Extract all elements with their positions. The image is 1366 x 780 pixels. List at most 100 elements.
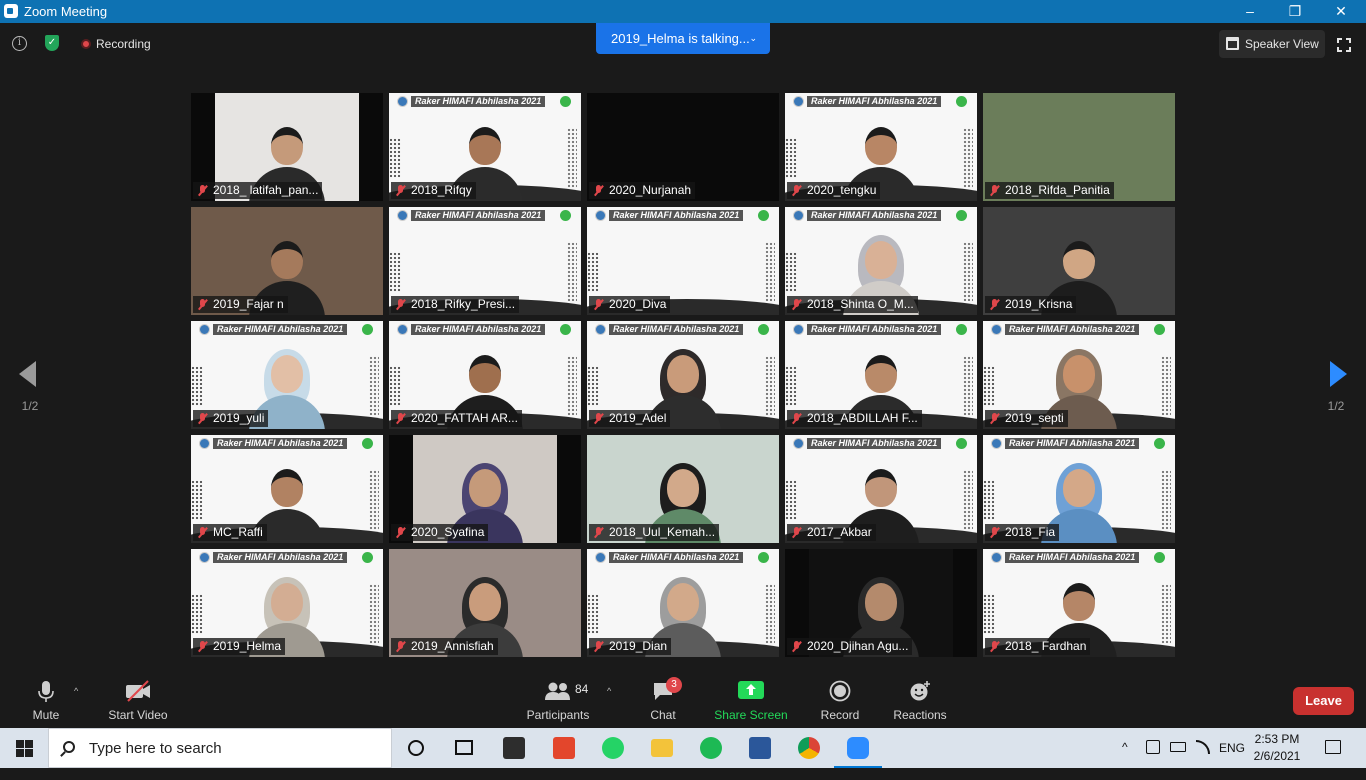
meet-now-icon[interactable] [1146, 740, 1160, 754]
participant-video-tile[interactable]: 2020_Nurjanah [587, 93, 779, 201]
word-app[interactable] [736, 728, 784, 768]
participant-video-tile[interactable]: Raker HIMAFI Abhilasha 2021 MC_Raffi [191, 435, 383, 543]
audio-options-caret-icon[interactable]: ^ [74, 686, 78, 696]
spotify-app[interactable] [687, 728, 735, 768]
participant-video-tile[interactable]: Raker HIMAFI Abhilasha 2021 2019_Helma [191, 549, 383, 657]
fullscreen-icon[interactable] [1337, 38, 1351, 52]
gallery-grid: 2018_ latifah_pan... Raker HIMAFI Abhilas… [191, 93, 1175, 657]
participant-video-tile[interactable]: Raker HIMAFI Abhilasha 2021 2020_Diva [587, 207, 779, 315]
participant-video-tile[interactable]: 2018_ latifah_pan... [191, 93, 383, 201]
slide-dot-pattern [369, 356, 379, 416]
share-screen-icon [738, 681, 764, 699]
participant-name-label: 2018_Rifky_Presi... [391, 296, 520, 313]
participant-video-tile[interactable]: 2019_Fajar n [191, 207, 383, 315]
participant-video-tile[interactable]: 2018_Rifda_Panitia [983, 93, 1175, 201]
participant-video-tile[interactable]: Raker HIMAFI Abhilasha 2021 2018_Shinta O… [785, 207, 977, 315]
system-clock[interactable]: 2:53 PM 2/6/2021 [1249, 731, 1305, 765]
slide-dot-pattern [587, 366, 599, 406]
participant-video-tile[interactable]: 2019_Annisfiah [389, 549, 581, 657]
video-off-icon [126, 680, 150, 702]
reactions-button[interactable]: Reactions [890, 670, 950, 728]
participants-options-caret-icon[interactable]: ^ [607, 686, 611, 696]
windows-start-button[interactable] [0, 728, 48, 768]
encryption-shield-icon[interactable]: ✓ [45, 35, 59, 51]
banner-text: Raker HIMAFI Abhilasha 2021 [1005, 438, 1140, 449]
minimize-button[interactable]: – [1227, 0, 1273, 23]
participant-video-tile[interactable]: Raker HIMAFI Abhilasha 2021 2018_ Fardhan [983, 549, 1175, 657]
participants-button[interactable]: 84 Participants [524, 670, 592, 728]
wifi-icon[interactable] [1196, 740, 1210, 754]
banner-text: Raker HIMAFI Abhilasha 2021 [213, 438, 348, 449]
info-icon[interactable]: i [12, 36, 27, 51]
participant-name: 2018_Rifda_Panitia [1005, 183, 1110, 197]
participant-video-tile[interactable]: Raker HIMAFI Abhilasha 2021 2018_Rifky_Pr… [389, 207, 581, 315]
maximize-button[interactable]: ❐ [1272, 0, 1318, 23]
previous-page-arrow-icon[interactable] [19, 361, 36, 387]
participant-video-tile[interactable]: Raker HIMAFI Abhilasha 2021 2020_FATTAH A… [389, 321, 581, 429]
himafi-logo-icon [199, 552, 210, 563]
participant-video-tile[interactable]: Raker HIMAFI Abhilasha 2021 2017_Akbar [785, 435, 977, 543]
show-hidden-icons-caret-icon[interactable]: ^ [1122, 740, 1128, 780]
muted-microphone-icon [594, 413, 603, 424]
participant-name-label: 2020_tengku [787, 182, 881, 199]
participant-name: 2020_Diva [609, 297, 667, 311]
muted-microphone-icon [792, 185, 801, 196]
close-button[interactable]: ✕ [1318, 0, 1364, 23]
participant-video-tile[interactable]: Raker HIMAFI Abhilasha 2021 2019_yuli [191, 321, 383, 429]
input-language[interactable]: ENG [1219, 740, 1245, 780]
participant-name-label: 2017_Akbar [787, 524, 876, 541]
participant-name: 2017_Akbar [807, 525, 872, 539]
chat-button[interactable]: 3 Chat [642, 670, 684, 728]
speaker-view-button[interactable]: Speaker View [1219, 30, 1325, 58]
slide-dot-pattern [191, 594, 203, 634]
participant-video-tile[interactable]: 2018_Uul_Kemah... [587, 435, 779, 543]
participant-video-tile[interactable]: Raker HIMAFI Abhilasha 2021 2020_tengku [785, 93, 977, 201]
himafi-logo-icon [595, 552, 606, 563]
file-explorer-app[interactable] [638, 728, 686, 768]
whatsapp-app[interactable] [589, 728, 637, 768]
taskbar-search-box[interactable]: Type here to search [48, 728, 392, 768]
zoom-app[interactable] [834, 728, 882, 768]
search-icon [63, 741, 75, 753]
mute-button[interactable]: Mute [24, 670, 68, 728]
next-page-arrow-icon[interactable] [1330, 361, 1347, 387]
slide-dot-pattern [1161, 584, 1171, 644]
participant-video-tile[interactable]: Raker HIMAFI Abhilasha 2021 2019_Dian [587, 549, 779, 657]
microsoft-store-app[interactable] [490, 728, 538, 768]
recording-indicator[interactable]: Recording [76, 34, 157, 54]
participant-video-tile[interactable]: Raker HIMAFI Abhilasha 2021 2018_Rifqy [389, 93, 581, 201]
battery-icon[interactable] [1170, 742, 1186, 752]
chrome-app[interactable] [785, 728, 833, 768]
participant-video-tile[interactable]: Raker HIMAFI Abhilasha 2021 2019_Adel [587, 321, 779, 429]
start-video-button[interactable]: Start Video [102, 670, 174, 728]
recording-label: Recording [96, 37, 151, 51]
notifications-icon[interactable] [1325, 740, 1341, 754]
banner-badge-icon [1154, 552, 1165, 563]
participant-name-label: 2020_Djihan Agu... [787, 638, 913, 655]
office-app[interactable] [540, 728, 588, 768]
participant-name: 2019_Adel [609, 411, 667, 425]
cortana-button[interactable] [392, 728, 440, 768]
participant-video-tile[interactable]: Raker HIMAFI Abhilasha 2021 2018_Fia [983, 435, 1175, 543]
share-screen-button[interactable]: Share Screen [712, 670, 790, 728]
participant-video-tile[interactable]: Raker HIMAFI Abhilasha 2021 2019_septi [983, 321, 1175, 429]
microphone-icon [38, 681, 54, 702]
virtual-background-banner: Raker HIMAFI Abhilasha 2021 [595, 552, 771, 564]
participant-video-tile[interactable]: 2019_Krisna [983, 207, 1175, 315]
participant-video-tile[interactable]: Raker HIMAFI Abhilasha 2021 2018_ABDILLAH… [785, 321, 977, 429]
leave-button[interactable]: Leave [1293, 687, 1354, 715]
share-screen-label: Share Screen [714, 708, 788, 722]
participant-name: 2018_Rifky_Presi... [411, 297, 516, 311]
active-speaker-banner[interactable]: 2019_Helma is talking... ⌄ [596, 23, 770, 54]
record-button[interactable]: Record [818, 670, 862, 728]
task-view-button[interactable] [440, 728, 488, 768]
participant-name: 2019_Dian [609, 639, 668, 653]
participant-video-tile[interactable]: 2020_Djihan Agu... [785, 549, 977, 657]
himafi-logo-icon [991, 552, 1002, 563]
participant-video-tile[interactable]: 2020_Syafina [389, 435, 581, 543]
title-bar: Zoom Meeting – ❐ ✕ [0, 0, 1366, 23]
banner-badge-icon [956, 96, 967, 107]
banner-text: Raker HIMAFI Abhilasha 2021 [609, 552, 744, 563]
meeting-top-bar: i ✓ Recording 2019_Helma is talking... ⌄… [0, 23, 1366, 67]
participant-name: 2019_yuli [213, 411, 265, 425]
